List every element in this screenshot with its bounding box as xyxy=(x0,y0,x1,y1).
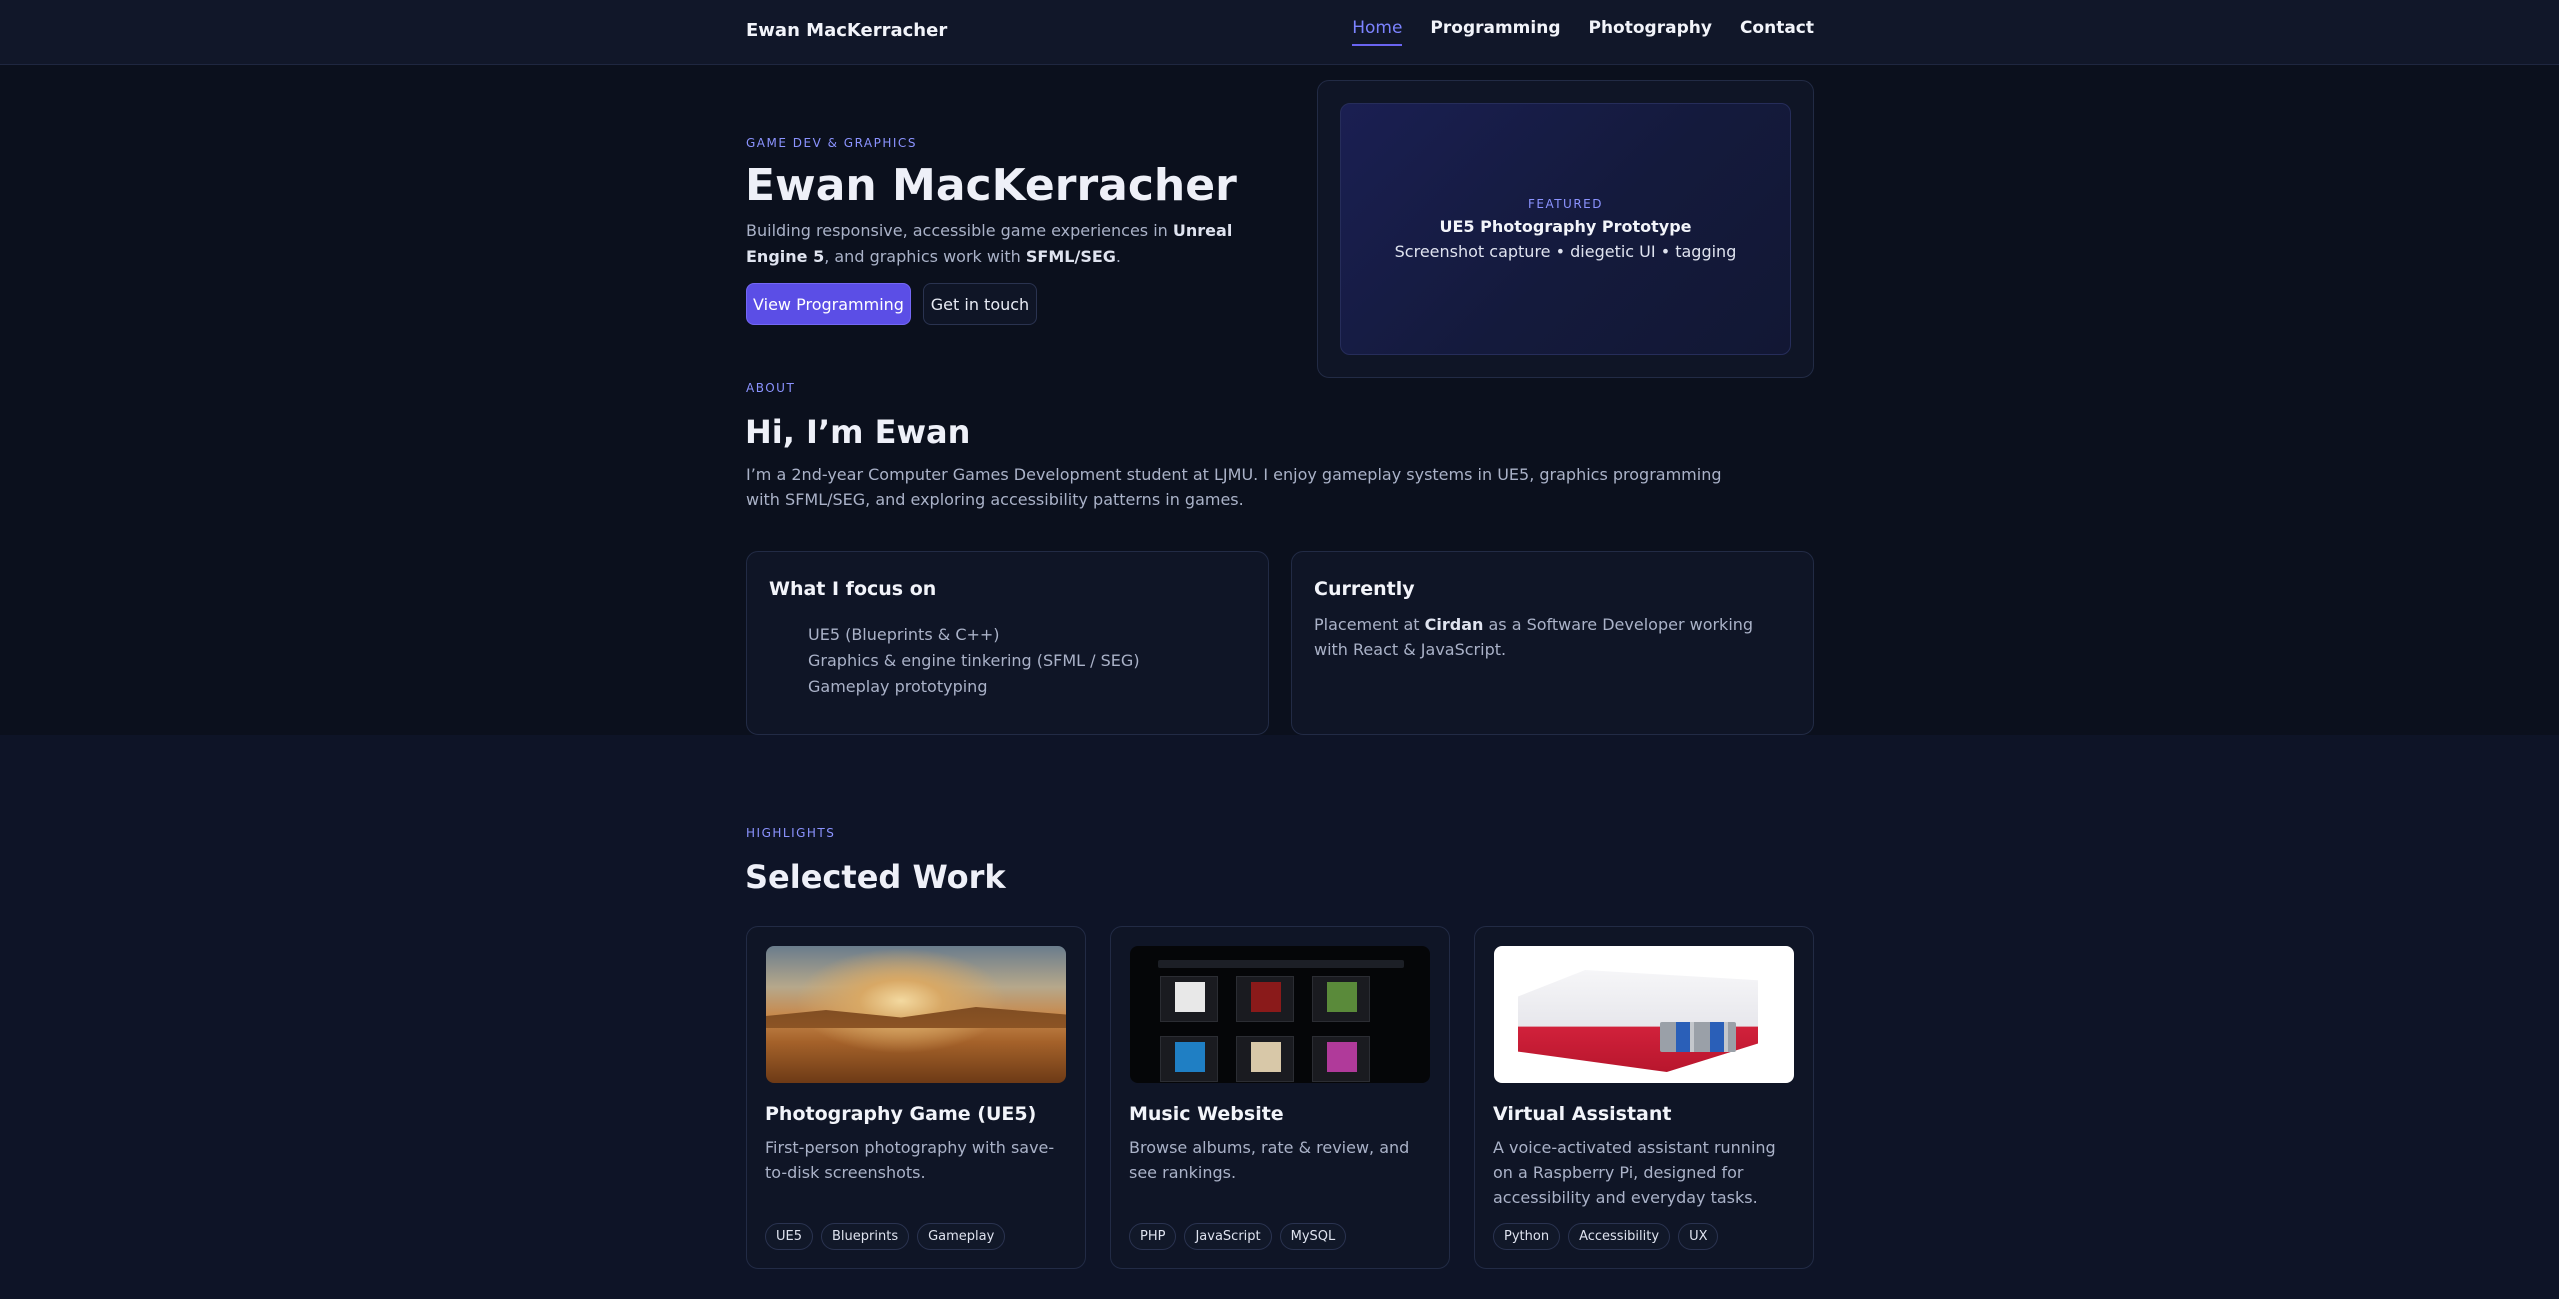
get-in-touch-button[interactable]: Get in touch xyxy=(923,283,1037,325)
currently-title: Currently xyxy=(1314,578,1415,600)
hero-lead: Building responsive, accessible game exp… xyxy=(746,218,1266,270)
work-card-title: Music Website xyxy=(1129,1103,1284,1125)
tag: MySQL xyxy=(1279,1223,1347,1250)
currently-text-1: Placement at xyxy=(1314,615,1425,634)
tag: UX xyxy=(1678,1223,1719,1250)
focus-item: UE5 (Blueprints & C++) xyxy=(808,625,1000,644)
music-website-screenshot xyxy=(1130,946,1430,1083)
highlights-eyebrow: HIGHLIGHTS xyxy=(746,826,836,840)
tag: JavaScript xyxy=(1184,1223,1272,1250)
work-card-music-website[interactable]: Music Website Browse albums, rate & revi… xyxy=(1110,926,1450,1269)
work-card-title: Photography Game (UE5) xyxy=(765,1103,1037,1125)
tag: Python xyxy=(1493,1223,1561,1250)
album-grid xyxy=(1160,976,1370,1082)
work-card-tags: UE5 Blueprints Gameplay xyxy=(765,1223,1006,1250)
site-brand[interactable]: Ewan MacKerracher xyxy=(746,20,947,41)
nav-link-programming[interactable]: Programming xyxy=(1430,18,1560,46)
currently-company: Cirdan xyxy=(1424,615,1484,634)
tag: Gameplay xyxy=(917,1223,1006,1250)
album-cover xyxy=(1236,976,1294,1022)
pi-case-shape xyxy=(1518,970,1758,1072)
nav-link-contact[interactable]: Contact xyxy=(1740,18,1814,46)
top-navbar: Ewan MacKerracher Home Programming Photo… xyxy=(0,0,2559,65)
album-cover xyxy=(1160,976,1218,1022)
focus-item: Graphics & engine tinkering (SFML / SEG) xyxy=(808,651,1140,670)
nav-link-photography[interactable]: Photography xyxy=(1589,18,1712,46)
tag: Blueprints xyxy=(821,1223,910,1250)
focus-list: UE5 (Blueprints & C++) Graphics & engine… xyxy=(808,622,1140,700)
about-title: Hi, I’m Ewan xyxy=(745,413,971,451)
featured-title: UE5 Photography Prototype xyxy=(1439,217,1692,236)
album-cover xyxy=(1312,976,1370,1022)
hero-eyebrow: GAME DEV & GRAPHICS xyxy=(746,136,917,150)
work-card-title: Virtual Assistant xyxy=(1493,1103,1672,1125)
desert-hill-shape xyxy=(766,1007,1066,1028)
focus-panel: What I focus on UE5 (Blueprints & C++) G… xyxy=(746,551,1269,735)
hero-lead-end: . xyxy=(1115,247,1121,266)
about-text: I’m a 2nd-year Computer Games Developmen… xyxy=(746,465,1722,509)
hero-lead-text: Building responsive, accessible game exp… xyxy=(746,221,1173,240)
work-card-virtual-assistant[interactable]: Virtual Assistant A voice-activated assi… xyxy=(1474,926,1814,1269)
tag: UE5 xyxy=(765,1223,813,1250)
pi-ports-shape xyxy=(1660,1022,1736,1052)
work-card-desc: Browse albums, rate & review, and see ra… xyxy=(1129,1138,1410,1182)
focus-item: Gameplay prototyping xyxy=(808,677,988,696)
focus-title: What I focus on xyxy=(769,578,937,600)
work-card-desc: First-person photography with save-to-di… xyxy=(765,1138,1055,1182)
view-programming-button[interactable]: View Programming xyxy=(746,283,911,325)
desert-landscape-image xyxy=(766,946,1066,1083)
about-eyebrow: ABOUT xyxy=(746,381,796,395)
currently-text: Placement at Cirdan as a Software Develo… xyxy=(1314,612,1784,662)
highlights-title: Selected Work xyxy=(745,858,1006,896)
featured-subtitle: Screenshot capture • diegetic UI • taggi… xyxy=(1394,242,1737,261)
hero-section xyxy=(0,65,2559,735)
tag: Accessibility xyxy=(1568,1223,1671,1250)
nav-links: Home Programming Photography Contact xyxy=(1352,18,1814,46)
hero-title: Ewan MacKerracher xyxy=(745,160,1237,211)
nav-link-home[interactable]: Home xyxy=(1352,18,1403,46)
album-cover xyxy=(1236,1036,1294,1082)
music-toolbar-shape xyxy=(1158,960,1404,968)
work-card-tags: PHP JavaScript MySQL xyxy=(1129,1223,1347,1250)
currently-panel: Currently Placement at Cirdan as a Softw… xyxy=(1291,551,1814,735)
hero-lead-sfml: SFML/SEG xyxy=(1025,247,1116,266)
hero-lead-text-2: , and graphics work with xyxy=(824,247,1026,266)
work-card-photography-game[interactable]: Photography Game (UE5) First-person phot… xyxy=(746,926,1086,1269)
featured-card-inner: FEATURED UE5 Photography Prototype Scree… xyxy=(1340,103,1791,355)
work-card-desc: A voice-activated assistant running on a… xyxy=(1493,1138,1776,1207)
featured-eyebrow: FEATURED xyxy=(1527,197,1604,211)
album-cover xyxy=(1312,1036,1370,1082)
album-cover xyxy=(1160,1036,1218,1082)
featured-card[interactable]: FEATURED UE5 Photography Prototype Scree… xyxy=(1317,80,1814,378)
work-card-tags: Python Accessibility UX xyxy=(1493,1223,1719,1250)
raspberry-pi-image xyxy=(1494,946,1794,1083)
tag: PHP xyxy=(1129,1223,1177,1250)
